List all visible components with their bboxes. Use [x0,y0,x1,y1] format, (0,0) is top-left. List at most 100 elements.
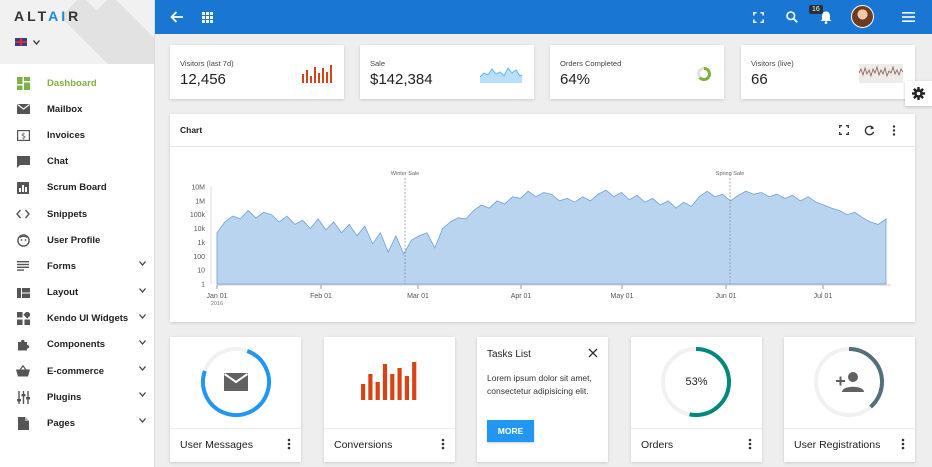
app-logo[interactable]: ALTAIR [14,8,81,24]
conversion-bar [382,364,388,400]
brand-header: ALTAIR [0,0,154,64]
y-tick-label: 10k [194,226,206,233]
add-user-icon [836,372,864,392]
mail-icon [223,373,249,391]
card-title: Orders [641,439,674,451]
apps-button[interactable] [196,0,218,34]
stat-value: 12,456 [180,71,226,88]
stat-label: Sale [370,59,386,68]
area-chart: 10M 1M 100k 10k 1k 100 10 1 Jan 01 Feb 01 Mar 01 A… [190,171,891,307]
y-tick-label: 1M [195,198,205,205]
conversion-bar [375,382,380,400]
annotation-label: Spring Sale [716,171,744,177]
orders-card: 53% Orders [631,337,762,462]
search-button[interactable] [781,0,803,34]
back-button[interactable] [166,0,188,34]
tasks-description: Lorem ipsum dolor sit amet, consectetur … [487,373,592,396]
y-tick-label: 1k [198,240,206,247]
card-footer: User Registrations [784,428,915,462]
sidebar-item-snippets[interactable]: Snippets [0,201,154,227]
sidebar-item-plugins[interactable]: Plugins [0,384,154,410]
basket-icon [16,364,30,378]
code-icon [16,207,30,221]
x-tick-label: Apr 01 [511,293,532,300]
chart-area-series [216,189,887,285]
chevron-down-icon [139,339,146,345]
user-registrations-card: User Registrations [784,337,915,462]
more-vert-icon[interactable] [901,438,905,450]
sidebar-item-components[interactable]: Components [0,332,154,358]
sidebar-item-e-commerce[interactable]: E-commerce [0,358,154,384]
y-tick-label: 100k [190,212,206,219]
sidebar-item-dashboard[interactable]: Dashboard [0,70,154,96]
sidebar-item-label: Mailbox [47,103,83,115]
settings-button[interactable] [905,81,932,106]
x-tick-year-label: 2016 [211,301,223,307]
x-tick-label: Jan 01 [206,293,227,300]
line-sparkline [859,64,903,83]
sidebar-menu: Dashboard Mailbox $ Invoices Chat Scrum … [0,70,154,437]
more-vert-icon [892,124,896,136]
face-icon [16,233,30,247]
sidebar-item-label: Plugins [47,391,82,403]
sidebar-item-pages[interactable]: Pages [0,410,154,436]
sidebar-item-invoices[interactable]: $ Invoices [0,122,154,148]
dashboard-icon [16,76,30,90]
sidebar: ALTAIR Dashboard Mailbox $ Invoices Chat… [0,0,155,467]
messages-progress-ring [201,347,271,417]
chevron-down-icon [139,313,146,319]
close-icon[interactable] [588,348,598,358]
stat-card-sale: Sale $142,384 [360,45,534,99]
x-tick-label: Jul 01 [814,293,833,300]
tasks-title: Tasks List [487,349,531,360]
sidebar-item-user-profile[interactable]: User Profile [0,227,154,253]
sidebar-item-scrum-board[interactable]: Scrum Board [0,175,154,201]
chart-more-button[interactable] [886,122,902,138]
more-button[interactable]: MORE [487,420,534,442]
fullscreen-icon [839,125,849,135]
chat-icon [16,155,30,169]
stat-value: 64% [560,71,591,88]
uk-flag-icon [15,38,27,46]
widgets-icon [16,312,30,326]
conversions-bar-chart [361,362,417,400]
user-avatar[interactable] [851,5,874,28]
form-icon [16,259,30,273]
sidebar-item-mailbox[interactable]: Mailbox [0,96,154,122]
chevron-down-icon [139,287,146,293]
sidebar-item-forms[interactable]: Forms [0,253,154,279]
sidebar-item-chat[interactable]: Chat [0,149,154,175]
more-vert-icon[interactable] [287,438,291,450]
annotation-label: Winter Sale [391,171,419,177]
card-title: Conversions [334,439,393,451]
stat-value: $142,384 [370,71,433,88]
x-tick-label: May 01 [611,293,634,300]
area-sparkline [480,67,522,83]
apps-grid-icon [201,11,213,23]
sidebar-item-label: Invoices [47,129,86,141]
sidebar-item-label: Forms [47,260,77,272]
mail-icon [16,102,30,116]
sidebar-item-kendo-ui-widgets[interactable]: Kendo UI Widgets [0,306,154,332]
stat-label: Orders Completed [560,59,622,68]
puzzle-icon [16,338,30,352]
sidebar-item-label: User Profile [47,234,101,246]
language-selector[interactable] [15,38,40,46]
card-footer: Orders [631,428,762,462]
card-footer: Conversions [324,428,455,462]
sidebar-item-label: Layout [47,287,79,299]
sidebar-item-layout[interactable]: Layout [0,280,154,306]
fullscreen-button[interactable] [747,0,769,34]
more-vert-icon[interactable] [748,438,752,450]
menu-button[interactable] [897,0,919,34]
user-messages-card: User Messages [170,337,301,462]
y-tick-label: 10M [191,185,205,192]
invoice-icon: $ [16,128,30,142]
chart-refresh-button[interactable] [861,122,877,138]
refresh-icon [864,125,874,135]
chart-fullscreen-button[interactable] [836,122,852,138]
chart-card: Chart 10M 1M 100k 10k 1k 100 10 1 Jan 01 Feb 01 M… [170,114,915,322]
chevron-down-icon [139,366,146,372]
more-vert-icon[interactable] [441,438,445,450]
sidebar-item-label: Scrum Board [47,182,107,194]
